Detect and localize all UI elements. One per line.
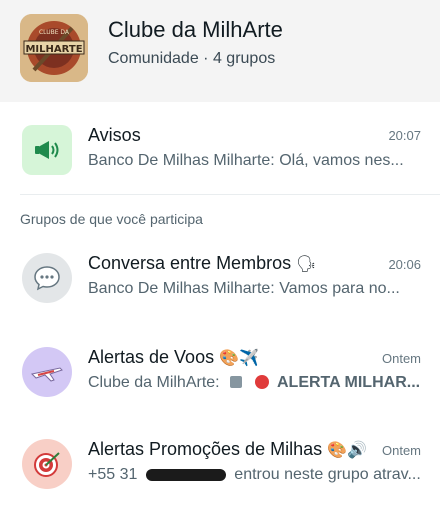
phone-prefix: +55 31: [88, 466, 138, 483]
group-name: Alertas de Voos: [88, 347, 215, 367]
group-title: Conversa entre Membros 🗣: [88, 253, 316, 274]
megaphone-icon: [35, 141, 59, 159]
group-name: Alertas Promoções de Milhas: [88, 439, 323, 459]
palette-speaker-icon: 🎨🔊: [327, 442, 367, 459]
group-avatar: [22, 439, 72, 489]
target-icon: [34, 452, 60, 477]
image-icon: [230, 376, 243, 388]
divider: [20, 194, 440, 195]
alert-text: ALERTA MILHAR...: [276, 374, 421, 391]
group-row[interactable]: Alertas Promoções de Milhas 🎨🔊 Ontem +55…: [0, 423, 440, 509]
announcements-time: 20:07: [388, 128, 421, 143]
group-preview: Banco De Milhas Milharte: Vamos para no.…: [88, 280, 400, 297]
alarm-icon: [254, 375, 269, 389]
group-title: Alertas de Voos 🎨✈️: [88, 347, 259, 368]
speaking-head-icon: 🗣: [296, 256, 317, 273]
group-avatar: [22, 253, 72, 303]
community-logo: MILHARTE CLUBE DA: [20, 14, 88, 82]
group-time: 20:06: [388, 257, 421, 272]
group-row[interactable]: Conversa entre Membros 🗣 20:06 Banco De …: [0, 236, 440, 322]
announcements-preview: Banco De Milhas Milharte: Olá, vamos nes…: [88, 152, 404, 169]
group-preview: +55 31 entrou neste grupo atrav...: [88, 466, 421, 484]
community-subtitle: Comunidade · 4 grupos: [108, 50, 276, 67]
sender-name: Clube da MilhArte:: [88, 374, 220, 391]
section-label: Grupos de que você participa: [20, 211, 203, 227]
palette-airplane-icon: 🎨✈️: [219, 350, 259, 367]
logo-text: MILHARTE: [25, 44, 82, 55]
group-time: Ontem: [381, 351, 421, 366]
group-time: Ontem: [381, 443, 421, 458]
redacted-phone: [145, 468, 226, 481]
logo-small-text: CLUBE DA: [39, 29, 70, 36]
group-title: Alertas Promoções de Milhas 🎨🔊: [88, 439, 367, 460]
group-preview: Clube da MilhArte: ALERTA MILHAR...: [88, 374, 420, 392]
chat-bubble-icon: [34, 266, 60, 291]
group-name: Conversa entre Membros: [88, 253, 292, 273]
announcements-row[interactable]: Avisos 20:07 Banco De Milhas Milharte: O…: [0, 108, 440, 194]
announcement-avatar: [22, 125, 72, 175]
announcements-title: Avisos: [88, 125, 141, 145]
community-name: Clube da MilhArte: [108, 17, 283, 42]
join-text: entrou neste grupo atrav...: [234, 466, 421, 483]
airplane-icon: [30, 367, 63, 382]
group-avatar: [22, 347, 72, 397]
community-header[interactable]: MILHARTE CLUBE DA Clube da MilhArte Comu…: [0, 0, 440, 102]
group-row[interactable]: Alertas de Voos 🎨✈️ Ontem Clube da MilhA…: [0, 330, 440, 416]
